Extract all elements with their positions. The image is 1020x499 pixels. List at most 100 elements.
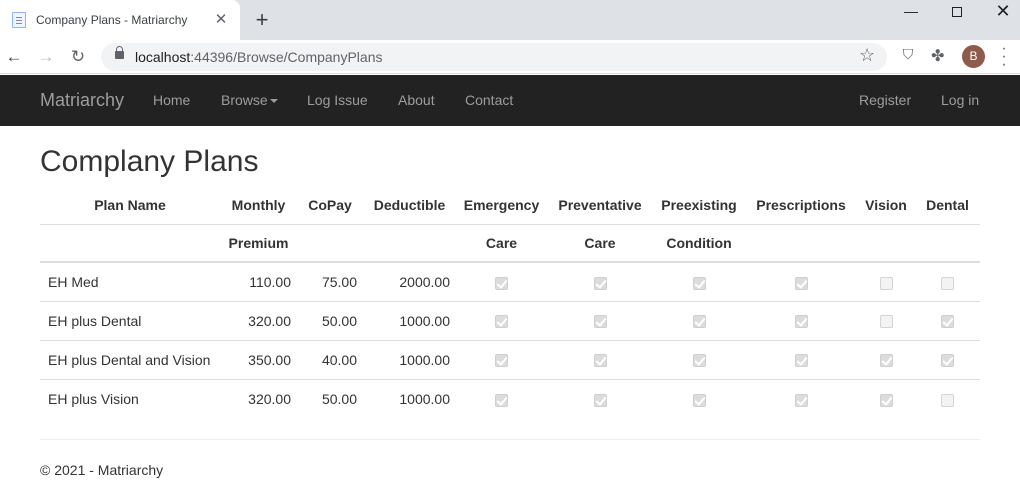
cell-vision — [857, 300, 915, 340]
nav-log-issue[interactable]: Log Issue — [307, 92, 368, 108]
page-title: Complany Plans — [40, 145, 259, 178]
nav-login[interactable]: Log in — [941, 92, 979, 108]
dental-checkbox[interactable] — [941, 315, 954, 329]
cell-vision — [857, 261, 915, 301]
tab-close-icon[interactable]: ✕ — [210, 9, 232, 31]
cell-preventative — [547, 378, 653, 418]
window-maximize-button[interactable] — [934, 0, 980, 22]
header-preventative: Preventative — [547, 186, 653, 225]
cell-copay: 50.00 — [297, 300, 363, 340]
cell-emergency — [456, 261, 547, 301]
cell-copay: 40.00 — [297, 339, 363, 379]
vision-checkbox[interactable] — [879, 276, 893, 290]
url-path: :44396/Browse/CompanyPlans — [190, 49, 383, 65]
prescriptions-checkbox[interactable] — [794, 354, 808, 368]
prescriptions-checkbox[interactable] — [794, 315, 808, 329]
cell-prescriptions — [745, 300, 857, 340]
preexisting-checkbox[interactable] — [692, 315, 706, 329]
cell-premium: 350.00 — [220, 339, 297, 379]
header-copay: CoPay — [297, 186, 363, 225]
preexisting-checkbox[interactable] — [692, 354, 706, 368]
header-monthly: Monthly — [220, 186, 297, 225]
url-text[interactable]: localhost:44396/Browse/CompanyPlans — [135, 49, 383, 65]
cell-prescriptions — [745, 339, 857, 379]
emergency-checkbox[interactable] — [495, 393, 508, 407]
nav-browse-dropdown[interactable]: Browse — [221, 92, 278, 108]
new-tab-button[interactable]: + — [250, 8, 274, 32]
cell-prescriptions — [745, 378, 857, 418]
nav-home[interactable]: Home — [153, 92, 190, 108]
site-navbar: Matriarchy Home Browse Log Issue About C… — [0, 75, 1020, 126]
table-row: EH plus Vision 320.00 50.00 1000.00 — [40, 378, 980, 418]
dental-checkbox[interactable] — [941, 276, 954, 290]
forward-arrow-icon[interactable]: → — [34, 45, 58, 69]
cell-dental — [915, 339, 980, 379]
header-prescriptions-line2 — [745, 224, 857, 263]
cell-deductible: 1000.00 — [363, 300, 456, 340]
window-close-button[interactable]: ✕ — [980, 0, 1020, 22]
profile-avatar[interactable]: B — [962, 45, 985, 68]
nav-contact[interactable]: Contact — [465, 92, 513, 108]
header-vision-line2 — [857, 224, 915, 263]
preexisting-checkbox[interactable] — [692, 393, 706, 407]
dental-checkbox[interactable] — [941, 354, 954, 368]
window-minimize-button[interactable]: — — [888, 0, 934, 22]
header-prescriptions: Prescriptions — [745, 186, 857, 225]
preexisting-checkbox[interactable] — [692, 276, 706, 290]
cell-premium: 320.00 — [220, 378, 297, 418]
cell-preexisting — [653, 339, 745, 379]
cell-emergency — [456, 300, 547, 340]
header-preventative-care: Care — [547, 224, 653, 263]
header-deductible-line2 — [363, 224, 456, 263]
cell-vision — [857, 378, 915, 418]
header-vision: Vision — [857, 186, 915, 225]
dental-checkbox[interactable] — [941, 393, 954, 407]
prescriptions-checkbox[interactable] — [794, 276, 808, 290]
header-premium: Premium — [220, 224, 297, 263]
browser-menu-icon[interactable]: · · · — [998, 41, 1010, 73]
cell-deductible: 1000.00 — [363, 378, 456, 418]
address-bar[interactable]: localhost:44396/Browse/CompanyPlans ☆ — [101, 43, 887, 71]
shield-extension-icon[interactable]: ⛉ — [900, 46, 916, 65]
vision-checkbox[interactable] — [879, 354, 893, 368]
cell-name: EH Med — [40, 261, 220, 301]
cell-emergency — [456, 339, 547, 379]
tab-title: Company Plans - Matriarchy — [36, 13, 188, 27]
emergency-checkbox[interactable] — [495, 315, 508, 329]
table-row: EH plus Dental and Vision 350.00 40.00 1000… — [40, 339, 980, 379]
preventative-checkbox[interactable] — [593, 315, 607, 329]
preventative-checkbox[interactable] — [593, 276, 607, 290]
cell-preexisting — [653, 300, 745, 340]
cell-name: EH plus Vision — [40, 378, 220, 418]
browser-tab-strip: Company Plans - Matriarchy ✕ + — ✕ — [0, 0, 1020, 40]
cell-name: EH plus Dental and Vision — [40, 339, 220, 379]
vision-checkbox[interactable] — [879, 315, 893, 329]
nav-about[interactable]: About — [398, 92, 435, 108]
brand-link[interactable]: Matriarchy — [40, 90, 124, 111]
vision-checkbox[interactable] — [879, 393, 893, 407]
extensions-puzzle-icon[interactable]: ✤ — [931, 46, 944, 66]
browser-toolbar: ← → ↻ localhost:44396/Browse/CompanyPlan… — [0, 40, 1020, 74]
emergency-checkbox[interactable] — [495, 354, 508, 368]
reload-icon[interactable]: ↻ — [66, 45, 90, 69]
cell-preexisting — [653, 261, 745, 301]
preventative-checkbox[interactable] — [593, 354, 607, 368]
page-favicon-icon — [12, 12, 26, 28]
back-arrow-icon[interactable]: ← — [2, 45, 26, 69]
lock-icon[interactable] — [115, 46, 124, 59]
cell-copay: 75.00 — [297, 261, 363, 301]
header-emergency-care: Care — [456, 224, 547, 263]
cell-name: EH plus Dental — [40, 300, 220, 340]
nav-register[interactable]: Register — [859, 92, 911, 108]
emergency-checkbox[interactable] — [495, 276, 508, 290]
header-plan-name-line2 — [40, 224, 220, 263]
preventative-checkbox[interactable] — [593, 393, 607, 407]
cell-deductible: 2000.00 — [363, 261, 456, 301]
table-row: EH Med 110.00 75.00 2000.00 — [40, 261, 980, 301]
prescriptions-checkbox[interactable] — [794, 393, 808, 407]
cell-preventative — [547, 261, 653, 301]
bookmark-star-icon[interactable]: ☆ — [859, 45, 875, 66]
browser-tab[interactable]: Company Plans - Matriarchy ✕ — [0, 0, 240, 40]
header-plan-name: Plan Name — [40, 186, 220, 225]
cell-dental — [915, 378, 980, 418]
